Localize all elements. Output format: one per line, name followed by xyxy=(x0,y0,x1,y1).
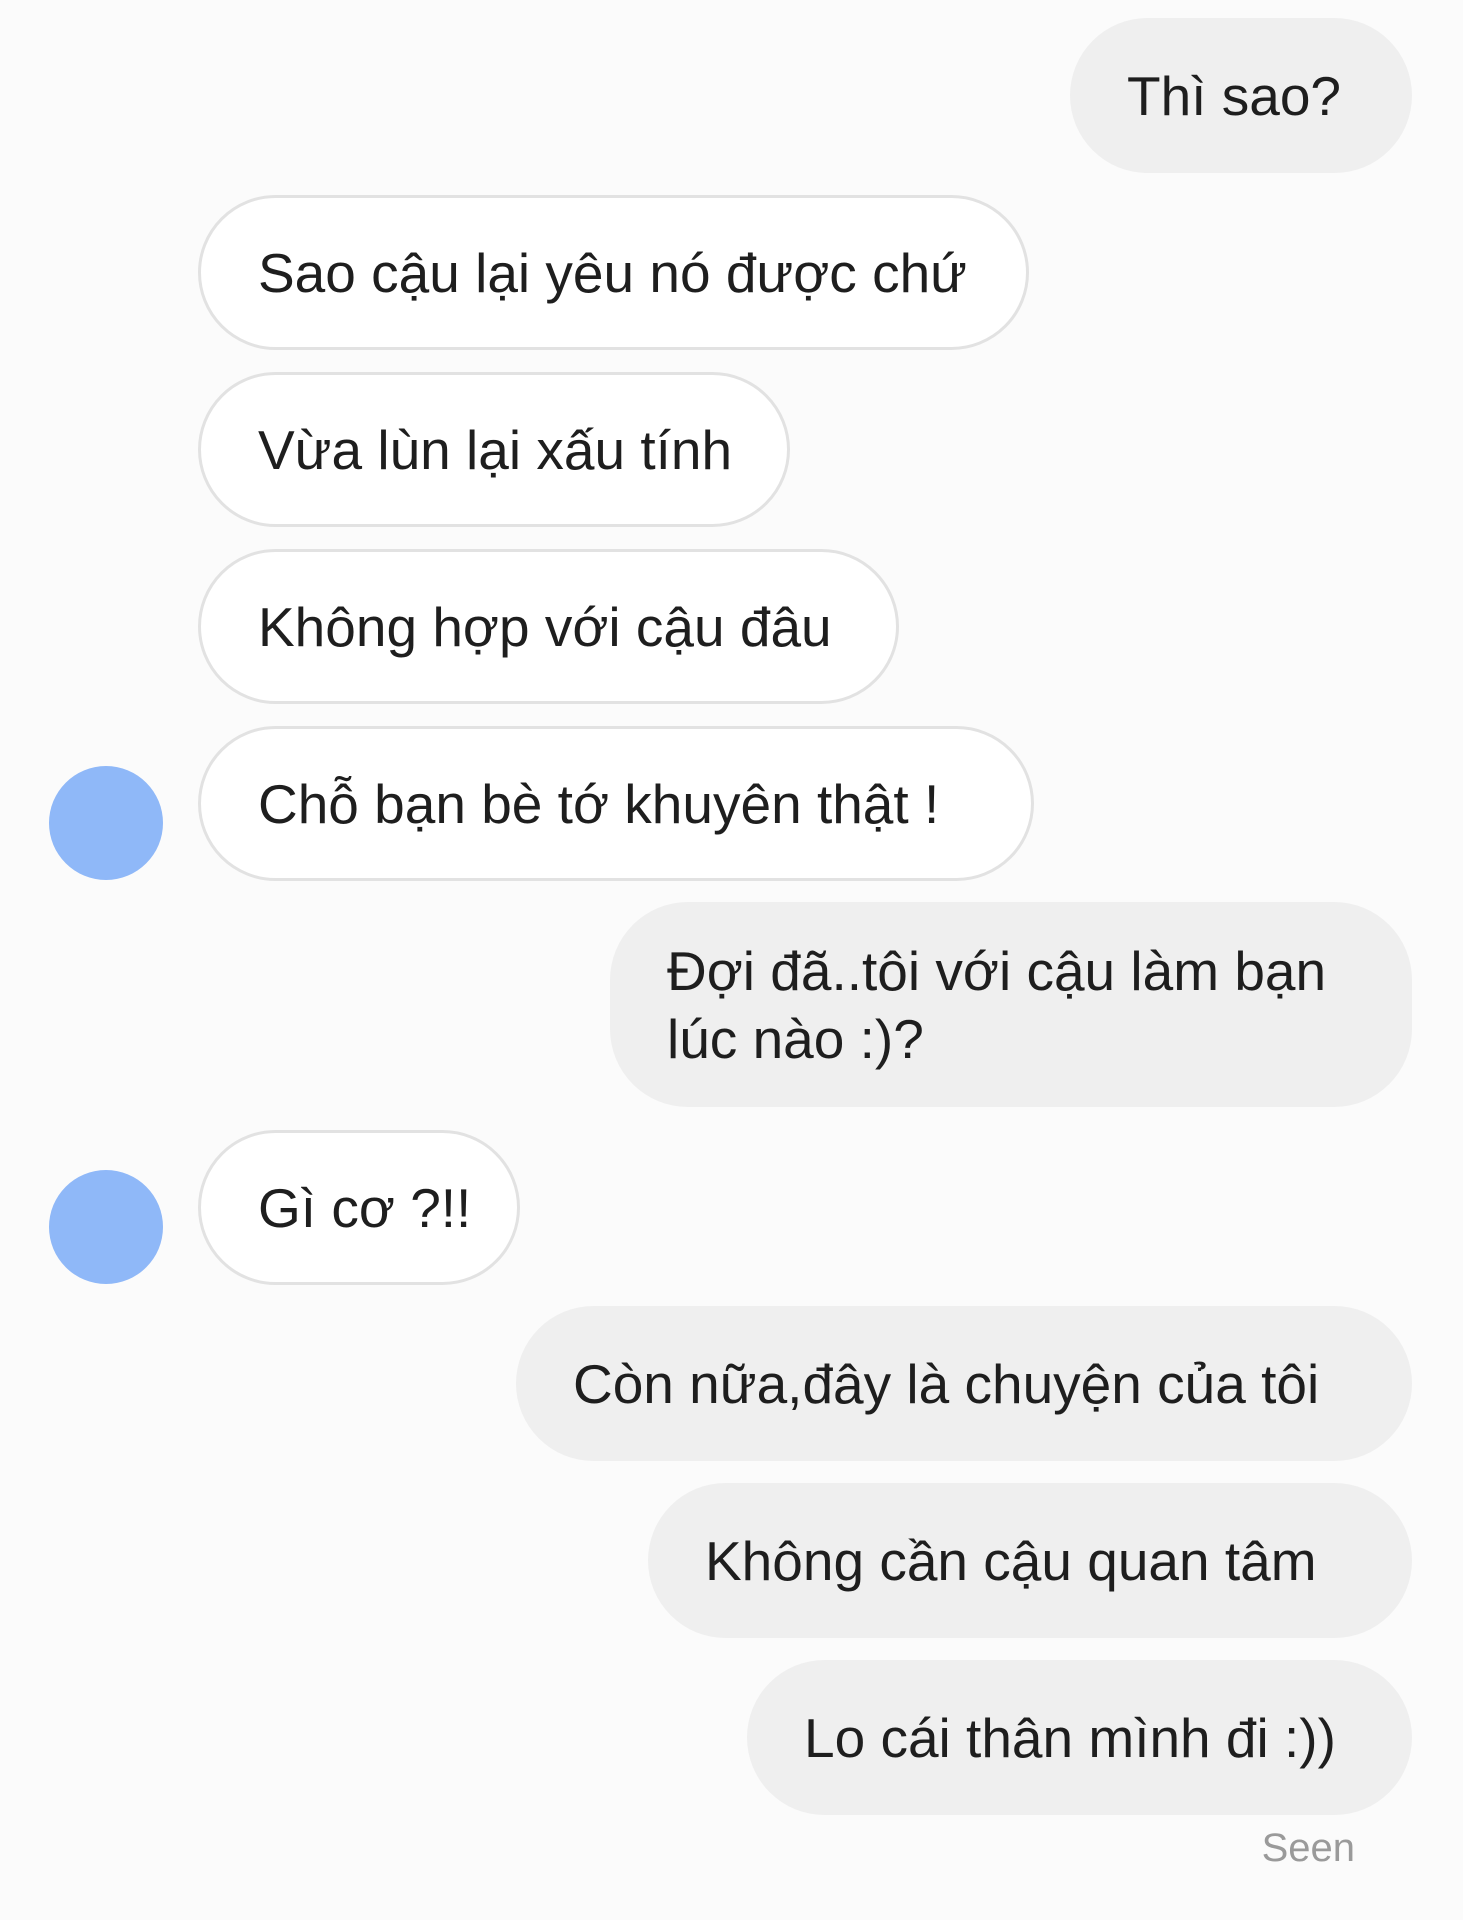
message-bubble-outgoing[interactable]: Lo cái thân mình đi :)) xyxy=(747,1660,1412,1815)
message-bubble-incoming[interactable]: Chỗ bạn bè tớ khuyên thật ! xyxy=(198,726,1034,881)
contact-avatar[interactable] xyxy=(49,1170,163,1284)
message-text: Đợi đã..tôi với cậu làm bạn lúc nào :)? xyxy=(667,939,1327,1070)
message-text: Không hợp với cậu đâu xyxy=(258,595,832,658)
message-text: Còn nữa,đây là chuyện của tôi xyxy=(573,1352,1320,1415)
message-bubble-incoming[interactable]: Vừa lùn lại xấu tính xyxy=(198,372,790,527)
message-bubble-outgoing[interactable]: Còn nữa,đây là chuyện của tôi xyxy=(516,1306,1412,1461)
seen-status: Seen xyxy=(1261,1826,1355,1870)
message-bubble-incoming[interactable]: Không hợp với cậu đâu xyxy=(198,549,899,704)
message-text: Gì cơ ?!! xyxy=(258,1176,472,1239)
message-bubble-incoming[interactable]: Sao cậu lại yêu nó được chứ xyxy=(198,195,1029,350)
message-text: Thì sao? xyxy=(1127,64,1342,127)
message-bubble-outgoing[interactable]: Đợi đã..tôi với cậu làm bạn lúc nào :)? xyxy=(610,902,1412,1107)
message-text: Vừa lùn lại xấu tính xyxy=(258,418,733,481)
message-bubble-outgoing[interactable]: Thì sao? xyxy=(1070,18,1412,173)
message-bubble-outgoing[interactable]: Không cần cậu quan tâm xyxy=(648,1483,1412,1638)
contact-avatar[interactable] xyxy=(49,766,163,880)
message-text: Không cần cậu quan tâm xyxy=(705,1529,1317,1592)
message-text: Lo cái thân mình đi :)) xyxy=(804,1706,1336,1769)
message-text: Chỗ bạn bè tớ khuyên thật ! xyxy=(258,772,940,835)
message-thread: Thì sao? Sao cậu lại yêu nó được chứ Vừa… xyxy=(0,0,1463,1920)
message-text: Sao cậu lại yêu nó được chứ xyxy=(258,241,967,304)
message-bubble-incoming[interactable]: Gì cơ ?!! xyxy=(198,1130,520,1285)
